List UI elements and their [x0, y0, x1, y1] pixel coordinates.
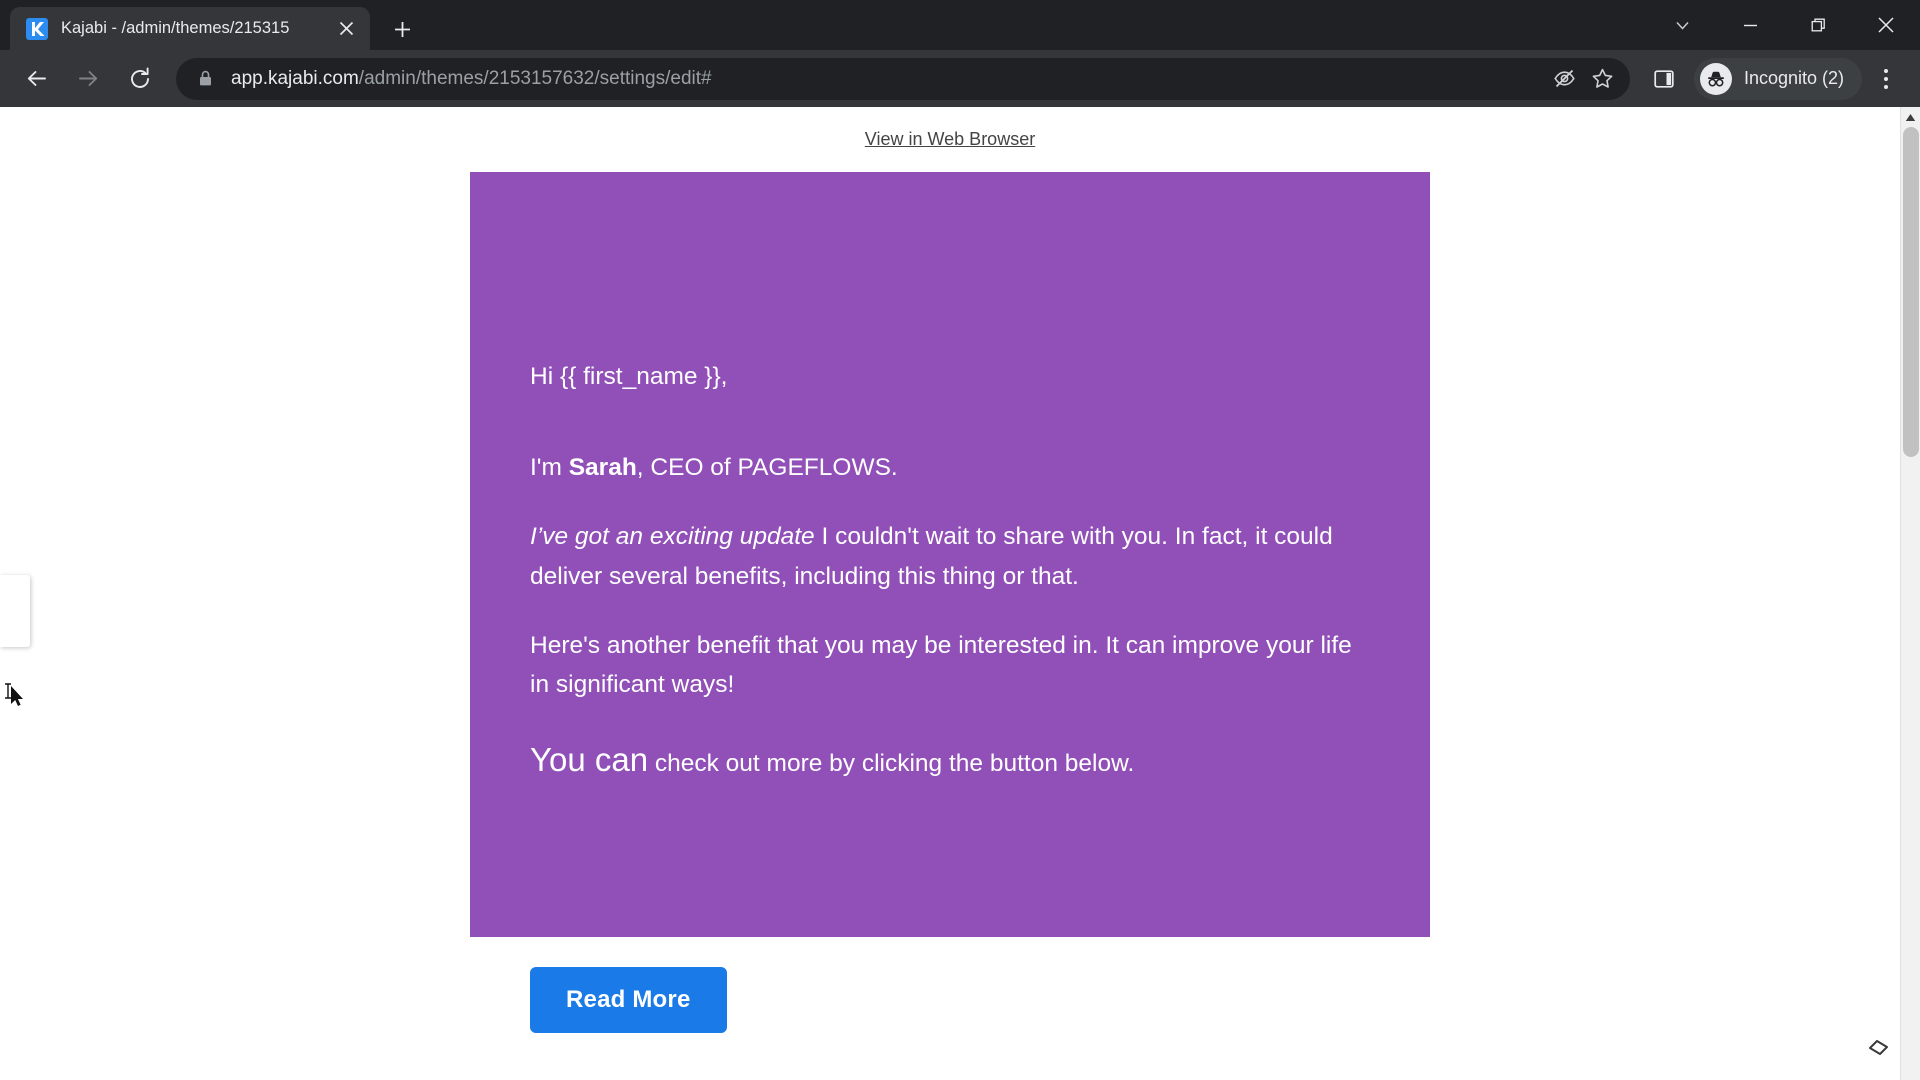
page-content: View in Web Browser Hi {{ first_name }},…: [0, 107, 1900, 1080]
incognito-avatar: [1699, 62, 1732, 95]
scrollbar-up-arrow[interactable]: [1901, 107, 1920, 127]
back-button[interactable]: [14, 57, 58, 101]
address-bar[interactable]: app.kajabi.com/admin/themes/2153157632/s…: [176, 57, 1630, 100]
kajabi-logo-icon: [26, 17, 48, 40]
email-greeting: Hi {{ first_name }},: [530, 357, 1370, 396]
email-intro-paragraph: I'm Sarah, CEO of PAGEFLOWS.: [530, 448, 1370, 487]
email-benefit-paragraph: Here's another benefit that you may be i…: [530, 631, 1352, 698]
tab-title: Kajabi - /admin/themes/215315: [61, 19, 290, 37]
left-edge-panel[interactable]: [0, 575, 30, 647]
profile-label: Incognito (2): [1743, 68, 1844, 88]
side-panel-icon[interactable]: [1642, 57, 1686, 101]
close-window-button[interactable]: [1852, 0, 1920, 50]
intro-suffix: , CEO of PAGEFLOWS.: [636, 454, 898, 482]
maximize-button[interactable]: [1784, 0, 1852, 50]
cta-rest-text: check out more by clicking the button be…: [648, 750, 1135, 778]
cta-button-row: Read More: [470, 967, 1430, 1033]
url-text: app.kajabi.com/admin/themes/2153157632/s…: [231, 68, 1546, 90]
menu-dot: [1884, 76, 1888, 81]
tab-strip: Kajabi - /admin/themes/215315: [0, 0, 1920, 50]
browser-tab-kajabi[interactable]: Kajabi - /admin/themes/215315: [10, 7, 370, 50]
profile-incognito-button[interactable]: Incognito (2): [1693, 57, 1862, 100]
email-cta-paragraph: You can check out more by clicking the b…: [530, 734, 1370, 787]
url-path: /admin/themes/2153157632/settings/edit#: [358, 67, 712, 89]
cta-emphasis-text: You can: [530, 741, 649, 779]
bookmark-star-icon[interactable]: [1584, 60, 1622, 98]
intro-bold-name: Sarah: [568, 454, 637, 482]
browser-toolbar: app.kajabi.com/admin/themes/2153157632/s…: [0, 50, 1920, 107]
lock-icon: [198, 70, 213, 87]
chrome-menu-button[interactable]: [1866, 57, 1906, 101]
vertical-scrollbar[interactable]: [1900, 107, 1920, 1080]
browser-window: Kajabi - /admin/themes/215315 app.kajabi…: [0, 0, 1920, 1080]
email-preview: View in Web Browser Hi {{ first_name }},…: [0, 107, 1900, 1033]
menu-dot: [1884, 84, 1888, 89]
update-italic-lead: I’ve got an exciting update: [530, 523, 815, 551]
tab-close-icon[interactable]: [332, 15, 360, 43]
diamond-resize-icon[interactable]: [1856, 1028, 1894, 1066]
tracking-protection-icon[interactable]: [1546, 60, 1584, 98]
menu-dot: [1884, 68, 1888, 73]
url-domain: app.kajabi.com: [231, 67, 359, 89]
forward-button[interactable]: [66, 57, 110, 101]
read-more-button[interactable]: Read More: [530, 967, 727, 1033]
email-body-block: Hi {{ first_name }}, I'm Sarah, CEO of P…: [470, 172, 1430, 937]
minimize-button[interactable]: [1716, 0, 1784, 50]
page-viewport: View in Web Browser Hi {{ first_name }},…: [0, 107, 1920, 1080]
new-tab-button[interactable]: [384, 11, 420, 47]
greeting-text: Hi {{ first_name }},: [530, 363, 728, 390]
email-update-paragraph: I’ve got an exciting update I couldn't w…: [530, 517, 1370, 595]
text-cursor-pointer: [2, 682, 28, 716]
window-controls: [1648, 0, 1920, 50]
view-in-web-browser-link[interactable]: View in Web Browser: [865, 129, 1035, 150]
tab-search-button[interactable]: [1648, 0, 1716, 50]
reload-button[interactable]: [118, 57, 162, 101]
scrollbar-thumb[interactable]: [1903, 127, 1919, 457]
scrollbar-track[interactable]: [1901, 127, 1920, 1080]
intro-prefix: I'm: [530, 454, 569, 482]
